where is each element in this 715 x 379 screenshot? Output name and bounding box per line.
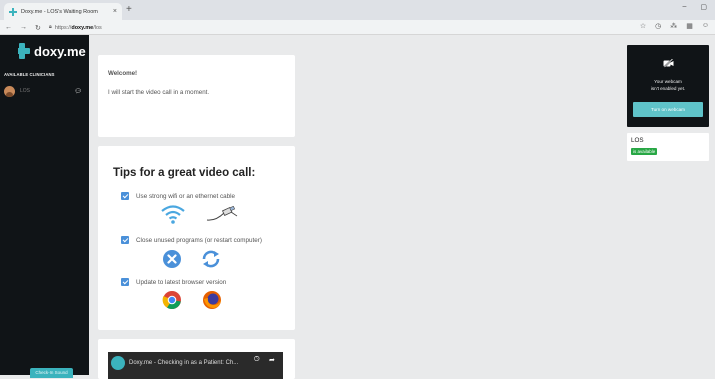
back-arrow-icon[interactable]: ← (5, 24, 12, 32)
browser-tab[interactable]: Doxy.me - LOS's Waiting Room × (4, 3, 122, 20)
tip-text: Use strong wifi or an ethernet cable (136, 192, 236, 200)
webcam-message: Your webcam isn't enabled yet. (650, 79, 686, 91)
tips-card: Tips for a great video call: Use strong … (98, 146, 295, 330)
qr-icon[interactable]: ▦ (686, 22, 693, 30)
tip-item-programs: Close unused programs (or restart comput… (121, 236, 262, 244)
checkbox-checked-icon (121, 192, 129, 200)
video-title: Doxy.me - Checking in as a Patient: Ch..… (129, 360, 239, 366)
camera-off-icon (663, 59, 674, 68)
doxy-cross-icon (14, 43, 30, 59)
tip-text: Close unused programs (or restart comput… (136, 236, 262, 244)
tip-item-wifi: Use strong wifi or an ethernet cable (121, 192, 235, 200)
logo-text: doxy.me (34, 43, 86, 59)
minimize-button[interactable]: – (682, 3, 686, 11)
watch-later-icon[interactable]: 🕒︎ (254, 356, 260, 364)
tip-text: Update to latest browser version (136, 278, 227, 286)
lock-icon: 🔒︎ (48, 24, 52, 30)
provider-status-card: LOS is available (627, 133, 709, 161)
doxy-logo: doxy.me (14, 43, 86, 59)
forward-arrow-icon[interactable]: → (20, 24, 27, 32)
tab-strip: Doxy.me - LOS's Waiting Room × + – ▢ (0, 0, 715, 20)
new-tab-button[interactable]: + (126, 4, 132, 15)
webcam-panel: Your webcam isn't enabled yet. Turn on w… (627, 45, 709, 127)
firefox-icon (203, 291, 221, 309)
window-controls: – ▢ (682, 3, 707, 11)
checkbox-checked-icon (121, 278, 129, 286)
toolbar-icons: ☆ ◷ ⁂ ▦ ☺ (640, 22, 709, 30)
close-tab-icon[interactable]: × (113, 8, 117, 15)
history-icon[interactable]: ◷ (655, 22, 661, 30)
sidebar: doxy.me AVAILABLE CLINICIANS LOS 💬︎ Chec… (0, 35, 89, 378)
clinician-name: LOS (20, 88, 31, 94)
chrome-icon (162, 291, 181, 310)
browser-toolbar: ← → ↻ 🔒︎ https://doxy.me/los (0, 20, 715, 35)
video-card: Doxy.me - Checking in as a Patient: Ch..… (98, 339, 295, 379)
chat-icon[interactable]: 💬︎ (74, 88, 82, 95)
reload-icon[interactable]: ↻ (35, 24, 41, 32)
ethernet-cable-icon (206, 206, 238, 221)
clinician-item[interactable]: LOS 💬︎ (4, 85, 86, 97)
restart-icon (202, 250, 220, 268)
status-badge: is available (631, 148, 658, 155)
browser-chrome: Doxy.me - LOS's Waiting Room × + – ▢ ← →… (0, 0, 715, 35)
tips-title: Tips for a great video call: (113, 167, 256, 179)
address-bar[interactable]: 🔒︎ https://doxy.me/los (49, 24, 102, 31)
clinicians-section-label: AVAILABLE CLINICIANS (4, 72, 55, 77)
avatar (4, 85, 15, 97)
welcome-message: I will start the video call in a moment. (108, 89, 210, 96)
wifi-icon (161, 205, 185, 224)
doxy-logo-icon (111, 356, 125, 370)
extension-icon[interactable]: ⁂ (670, 22, 677, 30)
address-url: https://doxy.me/los (54, 24, 102, 31)
close-circle-icon (163, 250, 181, 268)
welcome-title: Welcome! (108, 70, 138, 77)
checkbox-checked-icon (121, 236, 129, 244)
tip-item-browser: Update to latest browser version (121, 278, 226, 286)
check-in-sound-button[interactable]: Check-In Sound (30, 368, 73, 378)
turn-on-webcam-button[interactable]: Turn on webcam (633, 102, 703, 117)
tab-title: Doxy.me - LOS's Waiting Room (21, 8, 98, 15)
restore-button[interactable]: ▢ (700, 3, 707, 11)
doxy-favicon-icon (9, 7, 17, 16)
share-icon[interactable]: ➦ (269, 356, 275, 364)
star-icon[interactable]: ☆ (640, 22, 646, 30)
nav-buttons: ← → ↻ (5, 24, 41, 32)
profile-icon[interactable]: ☺ (702, 22, 709, 30)
welcome-card: Welcome! I will start the video call in … (98, 55, 295, 137)
provider-name: LOS (631, 137, 644, 144)
